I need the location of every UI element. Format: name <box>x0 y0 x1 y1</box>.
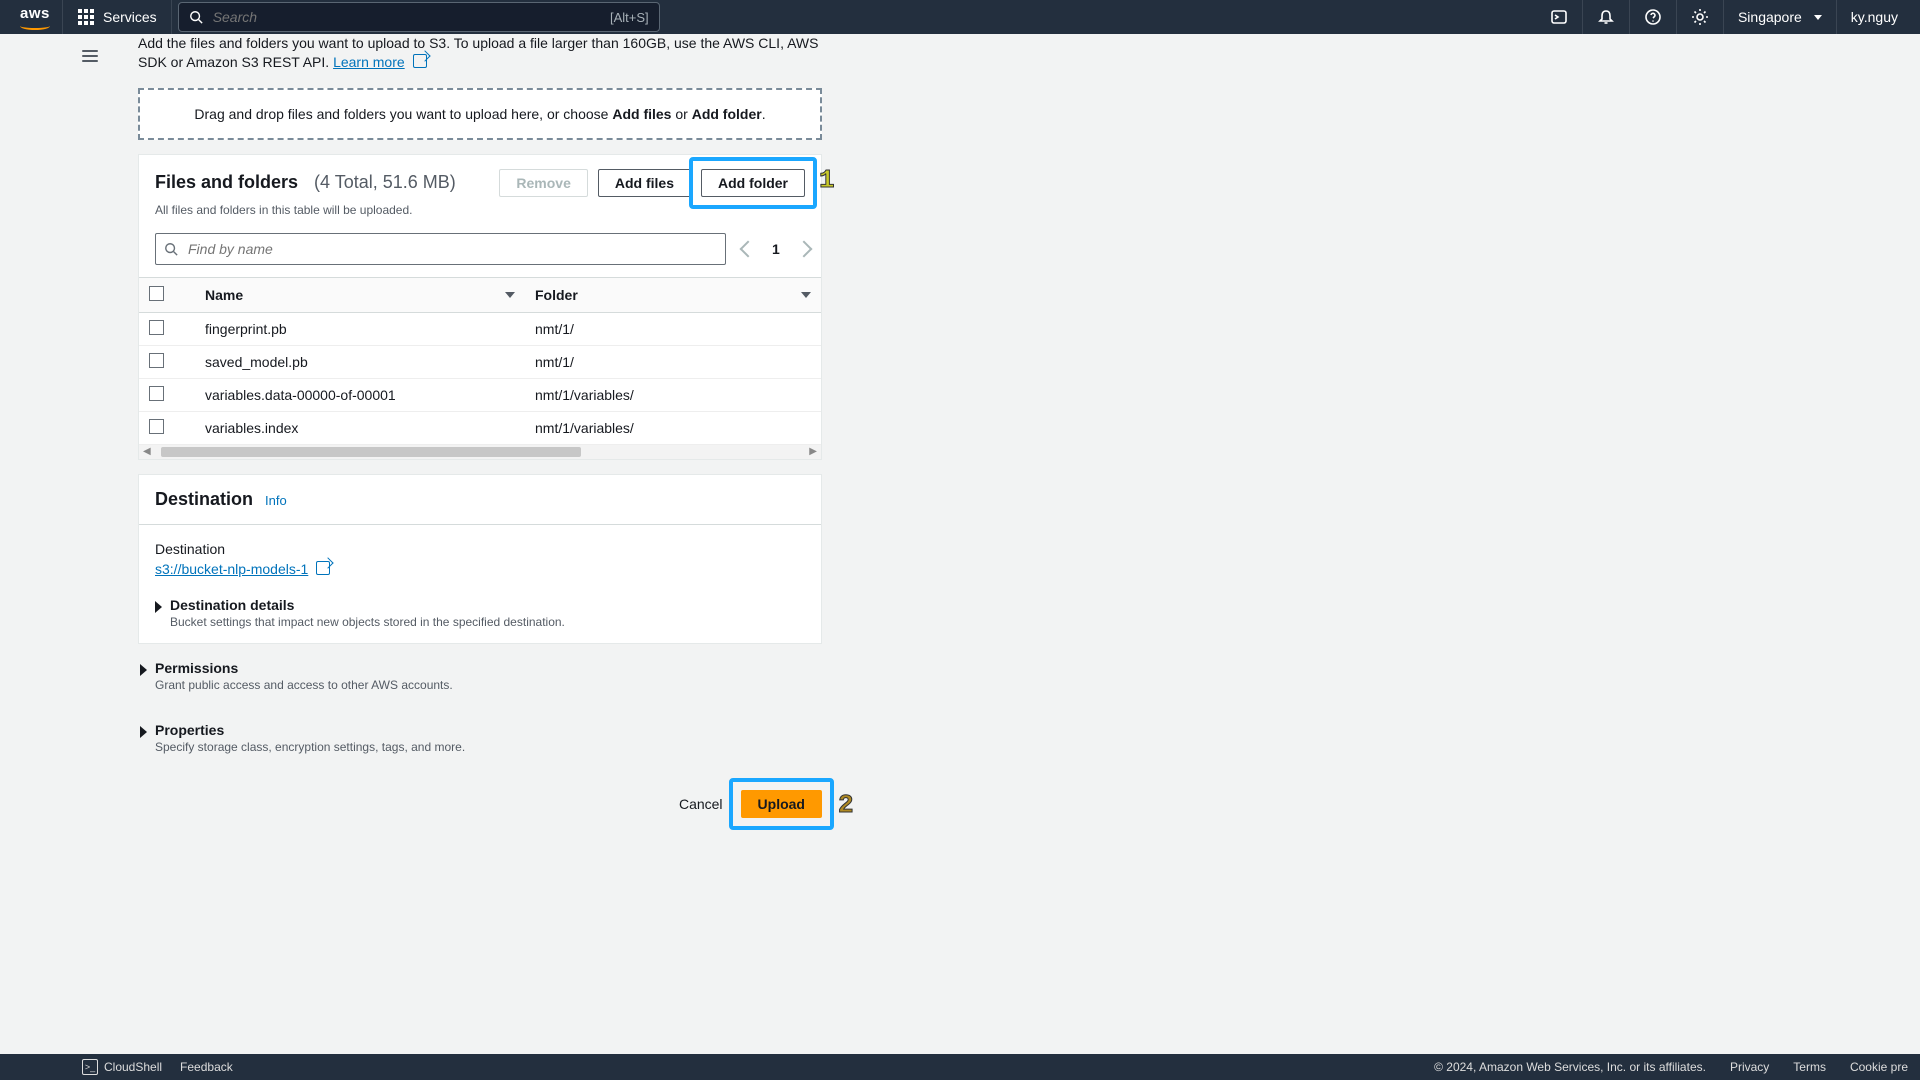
bell-icon <box>1597 8 1615 26</box>
select-all-checkbox[interactable] <box>149 286 164 301</box>
destination-field-label: Destination <box>155 541 805 557</box>
cloudshell-icon: >_ <box>82 1059 98 1075</box>
footer-bar: >_ CloudShell Feedback © 2024, Amazon We… <box>0 1054 1920 1080</box>
horizontal-scrollbar[interactable]: ◀ ▶ <box>139 445 821 459</box>
caret-down-icon <box>1814 15 1822 20</box>
feedback-link[interactable]: Feedback <box>180 1060 233 1074</box>
row-checkbox[interactable] <box>149 419 164 434</box>
file-folder-cell: nmt/1/ <box>525 312 821 345</box>
file-folder-cell: nmt/1/variables/ <box>525 378 821 411</box>
row-checkbox[interactable] <box>149 386 164 401</box>
annotation-1: 1 <box>819 165 835 195</box>
region-selector[interactable]: Singapore <box>1724 0 1837 34</box>
footer-cookie-link[interactable]: Cookie pre <box>1850 1060 1908 1074</box>
column-name-header[interactable]: Name <box>205 287 243 303</box>
files-card-subtext: All files and folders in this table will… <box>139 203 821 229</box>
destination-details-expander[interactable]: Destination details Bucket settings that… <box>139 593 821 643</box>
page-next-button[interactable] <box>795 240 812 257</box>
notifications-button[interactable] <box>1583 0 1630 34</box>
external-link-icon <box>413 54 427 68</box>
file-name-cell: fingerprint.pb <box>195 312 525 345</box>
footer-copyright: © 2024, Amazon Web Services, Inc. or its… <box>1434 1060 1706 1074</box>
side-panel-toggle[interactable] <box>78 44 102 68</box>
footer-privacy-link[interactable]: Privacy <box>1730 1060 1769 1074</box>
cloudshell-top-button[interactable] <box>1536 0 1583 34</box>
search-icon <box>189 10 203 24</box>
files-card-count: (4 Total, 51.6 MB) <box>314 172 456 193</box>
table-row[interactable]: variables.data-00000-of-00001 nmt/1/vari… <box>139 378 821 411</box>
find-by-name-field[interactable] <box>155 233 726 265</box>
caret-right-icon <box>140 726 147 738</box>
search-shortcut-hint: [Alt+S] <box>610 10 649 25</box>
help-icon <box>1644 8 1662 26</box>
remove-button[interactable]: Remove <box>499 169 587 197</box>
upload-dropzone[interactable]: Drag and drop files and folders you want… <box>138 88 822 140</box>
upload-button[interactable]: Upload <box>741 790 822 818</box>
caret-right-icon <box>140 664 147 676</box>
learn-more-link[interactable]: Learn more <box>333 54 405 70</box>
footer-terms-link[interactable]: Terms <box>1793 1060 1826 1074</box>
cloudshell-icon <box>1550 8 1568 26</box>
file-folder-cell: nmt/1/variables/ <box>525 411 821 444</box>
permissions-expander[interactable]: Permissions Grant public access and acce… <box>138 656 822 706</box>
upload-intro-text: Add the files and folders you want to up… <box>138 34 822 72</box>
file-folder-cell: nmt/1/ <box>525 345 821 378</box>
properties-expander[interactable]: Properties Specify storage class, encryp… <box>138 718 822 768</box>
annotation-2: 2 <box>838 790 854 820</box>
file-name-cell: variables.data-00000-of-00001 <box>195 378 525 411</box>
destination-info-link[interactable]: Info <box>265 493 287 508</box>
services-menu[interactable]: Services <box>63 0 172 34</box>
file-name-cell: variables.index <box>195 411 525 444</box>
row-checkbox[interactable] <box>149 353 164 368</box>
search-icon <box>164 242 178 256</box>
settings-button[interactable] <box>1677 0 1724 34</box>
top-nav: aws Services [Alt+S] Singapore ky.nguy <box>0 0 1920 34</box>
action-row: Cancel Upload 2 <box>138 790 822 818</box>
destination-card: Destination Info Destination s3://bucket… <box>138 474 822 644</box>
gear-icon <box>1691 8 1709 26</box>
page-prev-button[interactable] <box>740 240 757 257</box>
cancel-button[interactable]: Cancel <box>679 796 723 812</box>
files-card: Files and folders (4 Total, 51.6 MB) Rem… <box>138 154 822 460</box>
aws-logo[interactable]: aws <box>8 0 63 34</box>
cloudshell-footer-button[interactable]: >_ CloudShell <box>82 1059 162 1075</box>
file-name-cell: saved_model.pb <box>195 345 525 378</box>
caret-right-icon <box>155 601 162 613</box>
table-row[interactable]: variables.index nmt/1/variables/ <box>139 411 821 444</box>
help-button[interactable] <box>1630 0 1677 34</box>
destination-uri-link[interactable]: s3://bucket-nlp-models-1 <box>155 561 308 577</box>
destination-title: Destination <box>155 489 253 510</box>
grid-icon <box>77 8 95 26</box>
external-link-icon <box>316 561 330 575</box>
services-label: Services <box>103 9 157 25</box>
find-by-name-input[interactable] <box>186 240 717 258</box>
add-folder-button[interactable]: Add folder <box>701 169 805 197</box>
table-row[interactable]: saved_model.pb nmt/1/ <box>139 345 821 378</box>
page-number: 1 <box>772 241 780 257</box>
add-files-button[interactable]: Add files <box>598 169 691 197</box>
files-table: Name Folder fingerprint.pb <box>139 277 821 445</box>
row-checkbox[interactable] <box>149 320 164 335</box>
files-card-title: Files and folders <box>155 172 298 193</box>
global-search[interactable]: [Alt+S] <box>178 2 660 32</box>
account-menu[interactable]: ky.nguy <box>1837 0 1912 34</box>
hamburger-icon <box>82 55 98 57</box>
sort-icon[interactable] <box>505 292 515 298</box>
column-folder-header[interactable]: Folder <box>535 287 578 303</box>
account-label: ky.nguy <box>1851 9 1898 25</box>
region-label: Singapore <box>1738 9 1802 25</box>
global-search-input[interactable] <box>211 8 602 26</box>
table-row[interactable]: fingerprint.pb nmt/1/ <box>139 312 821 345</box>
sort-icon[interactable] <box>801 292 811 298</box>
